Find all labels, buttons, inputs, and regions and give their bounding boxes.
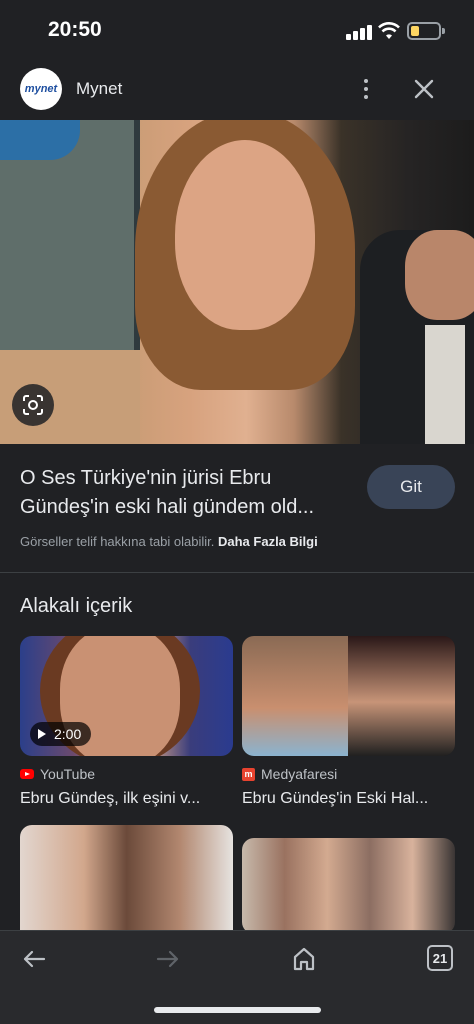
wifi-icon (378, 22, 400, 39)
lens-icon (23, 395, 43, 415)
play-icon (38, 729, 46, 739)
close-icon[interactable] (410, 74, 438, 104)
related-heading: Alakalı içerik (20, 595, 133, 617)
related-source: YouTube (20, 766, 233, 782)
cellular-signal-icon (346, 24, 372, 40)
divider (0, 572, 474, 573)
site-logo-text: mynet (24, 83, 58, 95)
forward-arrow-icon[interactable] (152, 943, 184, 975)
related-card[interactable]: 2:00 YouTube Ebru Gündeş, ilk eşini v... (20, 636, 233, 808)
related-thumbnail[interactable] (20, 825, 233, 945)
result-title[interactable]: O Ses Türkiye'nin jürisi Ebru Gündeş'in … (20, 464, 360, 522)
more-options-icon[interactable] (354, 74, 378, 104)
medyafaresi-icon: m (242, 767, 255, 781)
youtube-icon (20, 769, 34, 779)
back-arrow-icon[interactable] (18, 943, 50, 975)
result-image[interactable] (0, 120, 474, 444)
site-header: mynet Mynet (0, 62, 474, 120)
lens-search-button[interactable] (12, 384, 54, 426)
status-time: 20:50 (48, 18, 102, 41)
related-title[interactable]: Ebru Gündeş'in Eski Hal... (242, 790, 455, 808)
home-indicator (154, 1007, 321, 1013)
result-info: O Ses Türkiye'nin jürisi Ebru Gündeş'in … (0, 444, 474, 572)
copyright-notice: Görseller telif hakkına tabi olabilir. D… (20, 534, 318, 549)
site-name[interactable]: Mynet (76, 79, 122, 99)
more-info-link[interactable]: Daha Fazla Bilgi (218, 534, 318, 549)
video-duration-badge: 2:00 (30, 722, 92, 746)
home-icon[interactable] (288, 943, 320, 975)
related-thumbnail[interactable] (242, 636, 455, 756)
related-card[interactable] (242, 838, 455, 934)
battery-icon (407, 22, 441, 40)
tab-switcher-button[interactable]: 21 (427, 945, 453, 971)
related-title[interactable]: Ebru Gündeş, ilk eşini v... (20, 790, 233, 808)
related-thumbnail[interactable]: 2:00 (20, 636, 233, 756)
visit-button[interactable]: Git (367, 465, 455, 509)
related-source: m Medyafaresi (242, 766, 455, 782)
site-logo[interactable]: mynet (20, 68, 62, 110)
status-bar: 20:50 (0, 0, 474, 62)
related-card[interactable] (20, 825, 233, 945)
related-thumbnail[interactable] (242, 838, 455, 934)
related-card[interactable]: m Medyafaresi Ebru Gündeş'in Eski Hal... (242, 636, 455, 808)
